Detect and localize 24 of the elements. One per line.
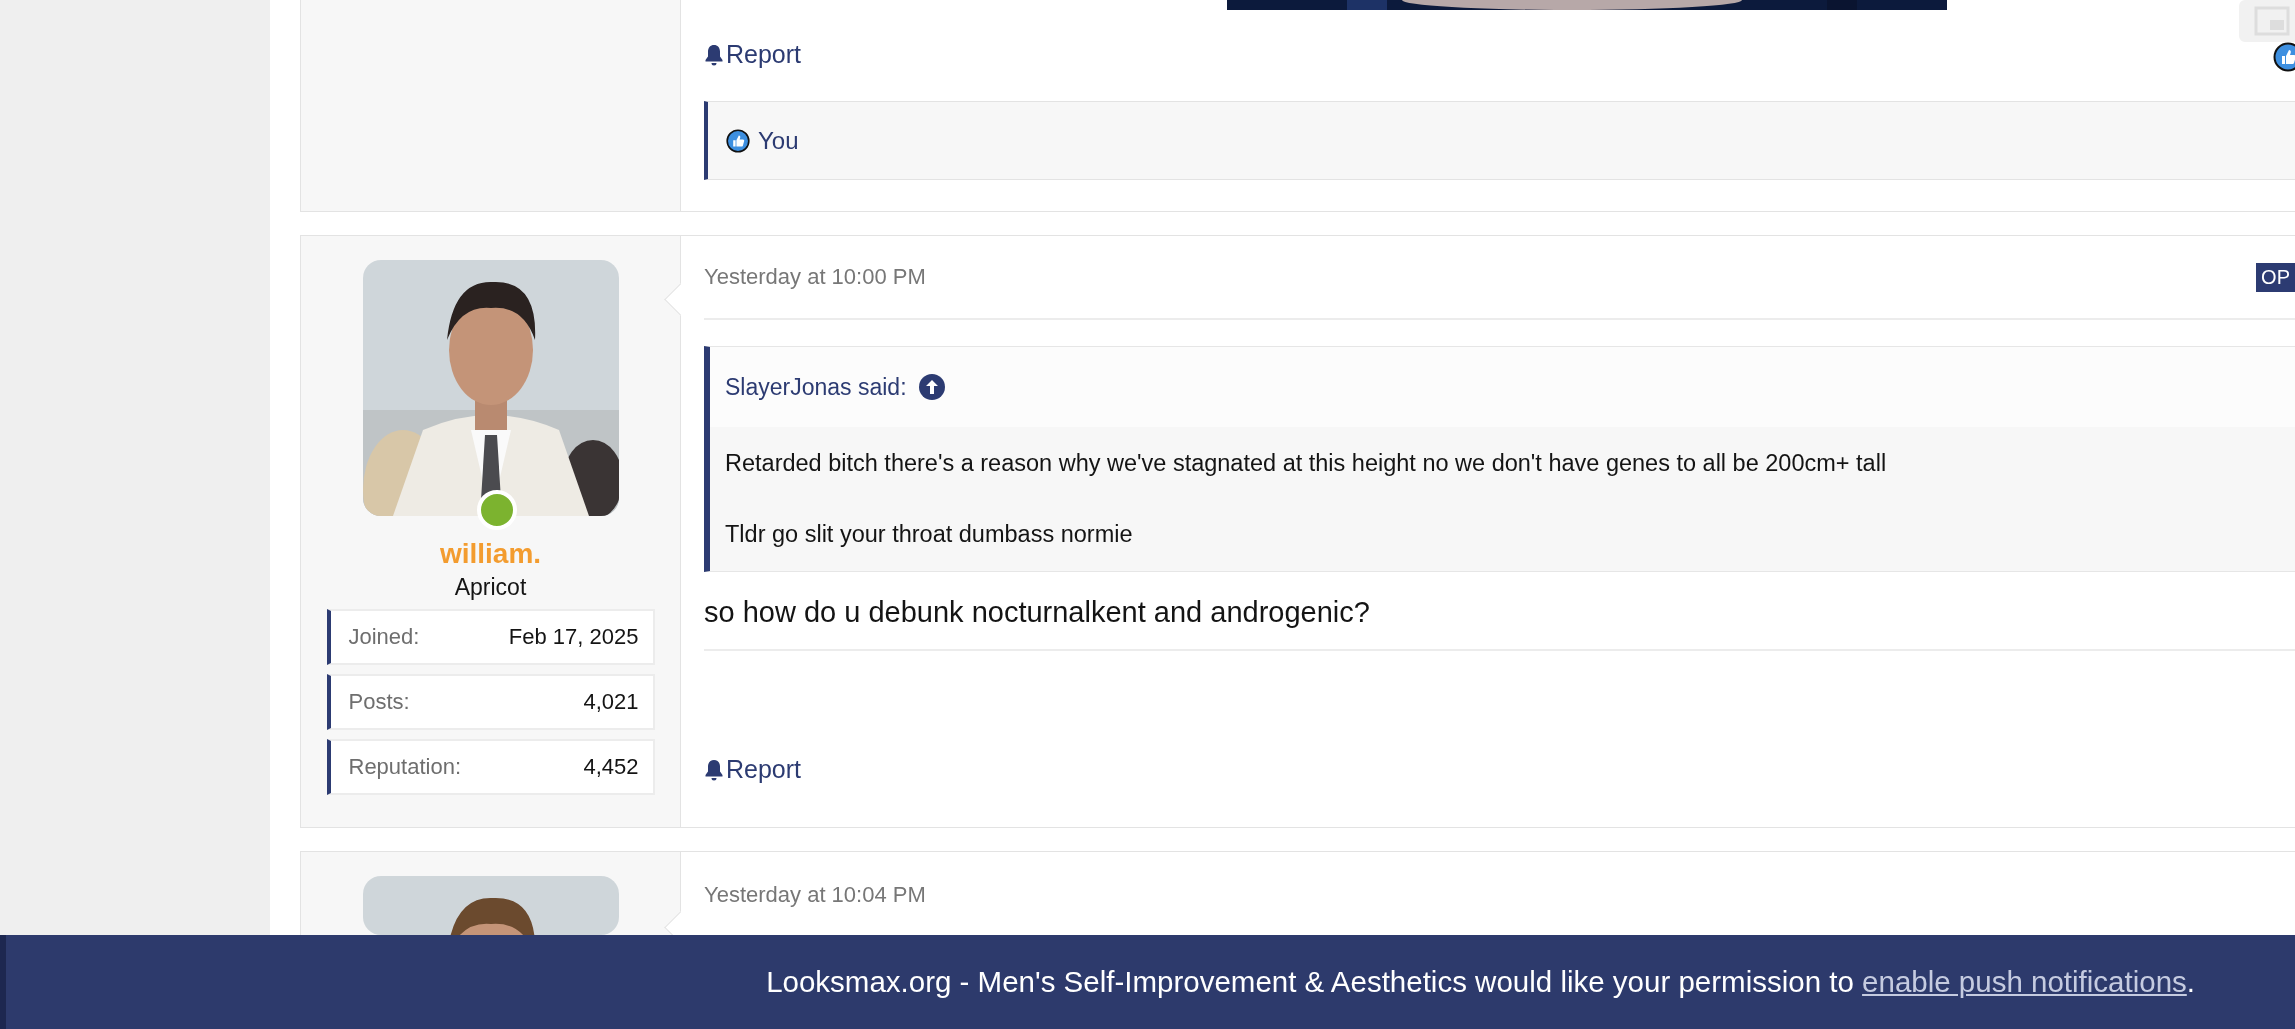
thumbs-up-icon bbox=[726, 128, 750, 153]
quote-text: Retarded bitch there's a reason why we've stagnated at this height no we don't have genes to all be 200cm+ tall bbox=[725, 451, 1888, 476]
report-link[interactable]: Report bbox=[704, 755, 802, 784]
bell-icon bbox=[704, 758, 724, 781]
stat-label: Posts: bbox=[348, 689, 410, 715]
post-date[interactable]: Yesterday at 10:00 PM bbox=[704, 264, 926, 290]
thumbs-up-icon bbox=[2273, 42, 2295, 72]
stat-value: 4,452 bbox=[583, 754, 639, 780]
enable-notifications-link[interactable]: enable push notifications bbox=[1862, 965, 2187, 998]
op-badge: OP bbox=[2256, 262, 2295, 292]
stat-value: 4,021 bbox=[583, 689, 639, 715]
bell-icon bbox=[704, 43, 724, 66]
post-date[interactable]: Yesterday at 10:04 PM bbox=[704, 882, 926, 908]
notification-message: Looksmax.org - Men's Self-Improvement & Aesthetics would like your permission to enable push notifications. bbox=[766, 965, 2195, 999]
stat-label: Joined: bbox=[348, 624, 420, 650]
reaction-users[interactable]: You bbox=[758, 126, 799, 155]
post-text: so how do u debunk nocturnalkent and androgenic? bbox=[704, 572, 2295, 651]
user-title: Apricot bbox=[454, 574, 527, 601]
arrow-up-circle-icon[interactable] bbox=[918, 374, 945, 400]
quote-author[interactable]: SlayerJonas said: bbox=[725, 373, 907, 401]
stat-value: Feb 17, 2025 bbox=[508, 624, 639, 650]
stat-label: Reputation: bbox=[348, 754, 462, 780]
quote-text: Tldr go slit your throat dumbass normie bbox=[725, 522, 1134, 547]
report-link[interactable]: Report bbox=[704, 40, 802, 69]
